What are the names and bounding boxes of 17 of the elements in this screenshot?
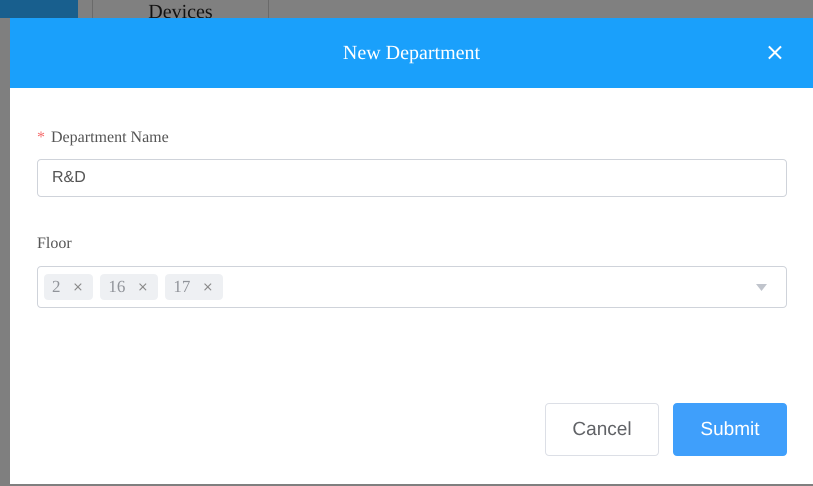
field-label: Department Name [51, 129, 169, 147]
close-button[interactable]: × [764, 40, 785, 64]
tab-label[interactable]: Devices [148, 3, 213, 18]
floor-select-field[interactable]: 2 × 16 × 17 × [37, 266, 787, 308]
dropdown-caret-icon[interactable] [756, 284, 767, 290]
tag-remove-button[interactable]: × [72, 280, 84, 294]
cancel-button[interactable]: Cancel [545, 403, 659, 456]
name-input-field[interactable]: R&D [37, 159, 787, 197]
field-label: Floor [37, 235, 72, 253]
submit-button[interactable]: Submit [673, 403, 787, 456]
tag-label: 17 [173, 277, 190, 297]
tag-remove-button[interactable]: × [202, 280, 214, 294]
tag-remove-button[interactable]: × [137, 280, 148, 294]
tag-label: 16 [108, 277, 126, 297]
tag-label: 2 [52, 277, 60, 297]
required-mark: * [37, 129, 45, 147]
dialog-title: New Department [342, 42, 480, 64]
